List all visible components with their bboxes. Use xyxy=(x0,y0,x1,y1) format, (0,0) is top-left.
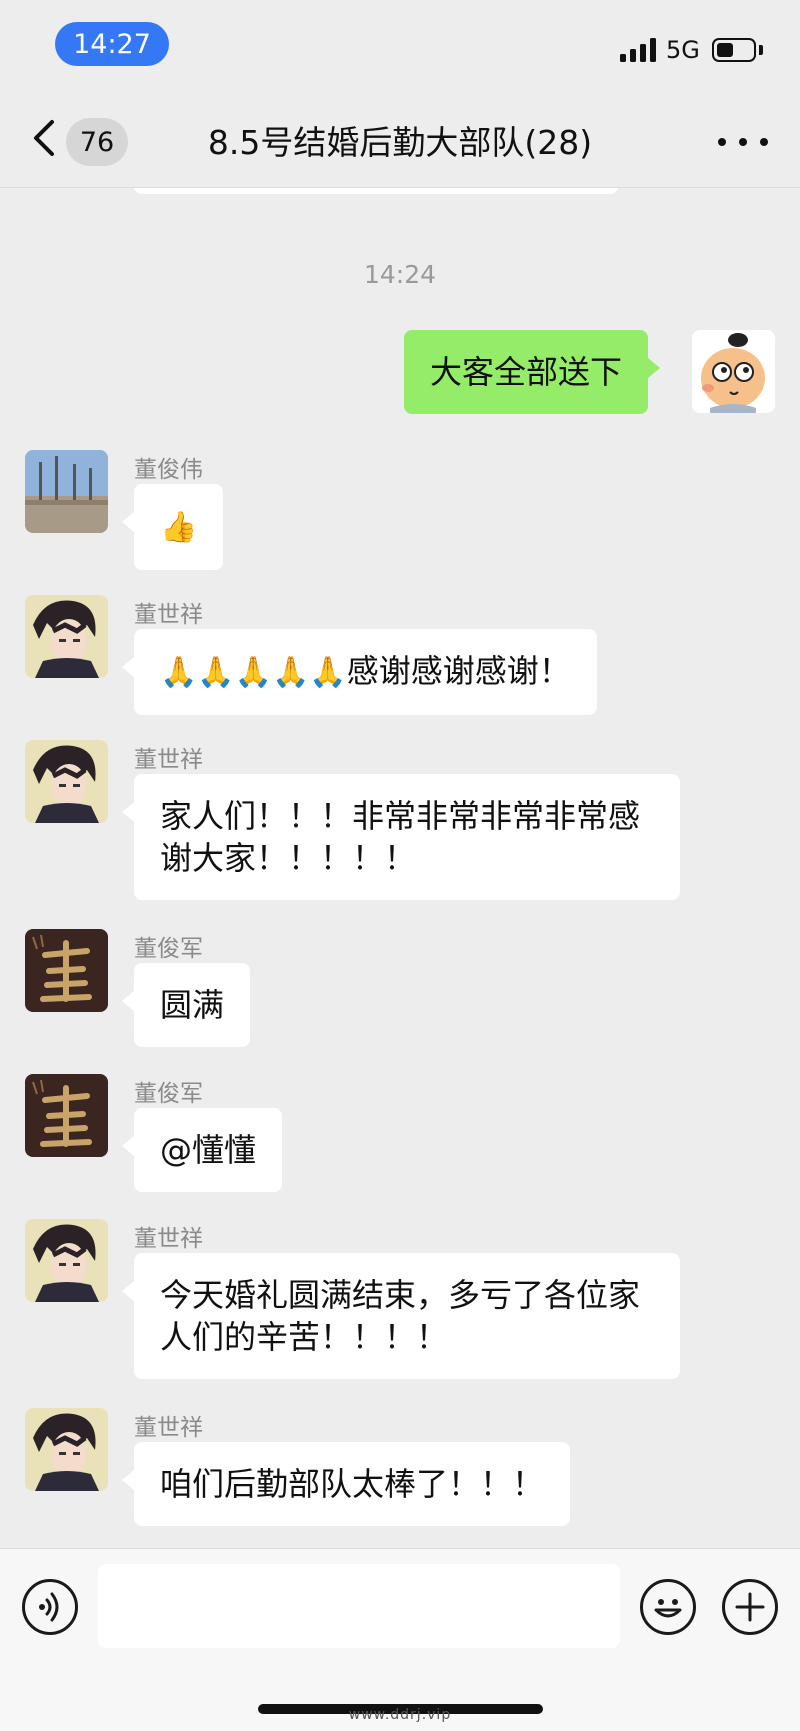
battery-cap xyxy=(759,45,763,55)
plus-icon xyxy=(735,1592,765,1622)
status-time: 14:27 xyxy=(55,22,169,66)
chat-title: 8.5号结婚后勤大部队(28) xyxy=(207,123,593,162)
sender-name: 董世祥 xyxy=(134,602,203,628)
message-list[interactable]: 14:24 大客全部送下 董俊伟 👍 董世祥 🙏🙏🙏🙏🙏感谢感谢感谢！ 董世祥 … xyxy=(0,188,800,1548)
back-chevron-icon xyxy=(34,120,54,156)
plus-button[interactable] xyxy=(722,1579,778,1635)
calligraphy-dong-avatar xyxy=(25,1074,108,1157)
voice-icon xyxy=(39,1592,59,1622)
network-type: 5G xyxy=(666,36,700,64)
avatar[interactable] xyxy=(25,929,108,1012)
battery-icon xyxy=(712,38,756,62)
avatar[interactable] xyxy=(25,450,108,533)
message-bubble[interactable]: 🙏🙏🙏🙏🙏感谢感谢感谢！ xyxy=(122,629,597,715)
voice-button[interactable] xyxy=(22,1579,78,1635)
message-bubble[interactable]: 今天婚礼圆满结束，多亏了各位家人们的辛苦！！！！ xyxy=(122,1253,680,1379)
avatar[interactable] xyxy=(25,1408,108,1491)
avatar[interactable] xyxy=(25,1219,108,1302)
sender-name: 董俊军 xyxy=(134,936,203,962)
back-button[interactable] xyxy=(24,114,64,162)
calligraphy-dong-avatar xyxy=(25,929,108,1012)
signal-bars-icon xyxy=(620,38,658,62)
anime-boy-avatar xyxy=(25,595,108,678)
message-bubble[interactable]: 咱们后勤部队太棒了！！！ xyxy=(121,1442,571,1526)
cartoon-face-icon xyxy=(692,330,775,413)
unread-count-badge[interactable]: 76 xyxy=(66,118,128,166)
message-bubble[interactable]: 👍 xyxy=(121,484,224,570)
chat-header: 76 8.5号结婚后勤大部队(28) xyxy=(0,96,800,188)
more-button[interactable] xyxy=(718,124,768,160)
status-bar: 14:27 5G xyxy=(0,0,800,96)
message-bubble[interactable]: 圆满 xyxy=(121,963,251,1047)
anime-boy-avatar xyxy=(25,1219,108,1302)
sender-name: 董俊伟 xyxy=(134,457,203,483)
sender-name: 董世祥 xyxy=(134,1415,203,1441)
sender-name: 董世祥 xyxy=(134,747,203,773)
emoji-button[interactable] xyxy=(640,1579,696,1635)
partial-message-bubble xyxy=(134,188,618,194)
sender-name: 董世祥 xyxy=(134,1226,203,1252)
anime-boy-avatar xyxy=(25,740,108,823)
praying-hands-icon: 🙏🙏🙏🙏🙏 xyxy=(160,655,347,690)
more-dots-icon xyxy=(718,138,726,146)
message-input[interactable] xyxy=(98,1564,620,1648)
message-text: 感谢感谢感谢！ xyxy=(346,652,571,690)
message-bubble[interactable]: 家人们！！！非常非常非常非常感谢大家！！！！！ xyxy=(122,774,680,900)
sender-name: 董俊军 xyxy=(134,1081,203,1107)
message-bubble[interactable]: @懂懂 xyxy=(121,1108,283,1192)
avatar[interactable] xyxy=(25,740,108,823)
thumbs-up-icon: 👍 xyxy=(160,510,198,545)
message-timestamp: 14:24 xyxy=(363,260,437,289)
construction-site-photo xyxy=(25,450,108,533)
composer-bar: www.ddrj.vip xyxy=(0,1548,800,1731)
emoji-icon xyxy=(654,1599,682,1618)
message-bubble[interactable]: 大客全部送下 xyxy=(404,330,661,414)
watermark: www.ddrj.vip xyxy=(348,1707,452,1723)
my-avatar[interactable] xyxy=(692,330,775,413)
avatar[interactable] xyxy=(25,1074,108,1157)
avatar[interactable] xyxy=(25,595,108,678)
anime-boy-avatar xyxy=(25,1408,108,1491)
